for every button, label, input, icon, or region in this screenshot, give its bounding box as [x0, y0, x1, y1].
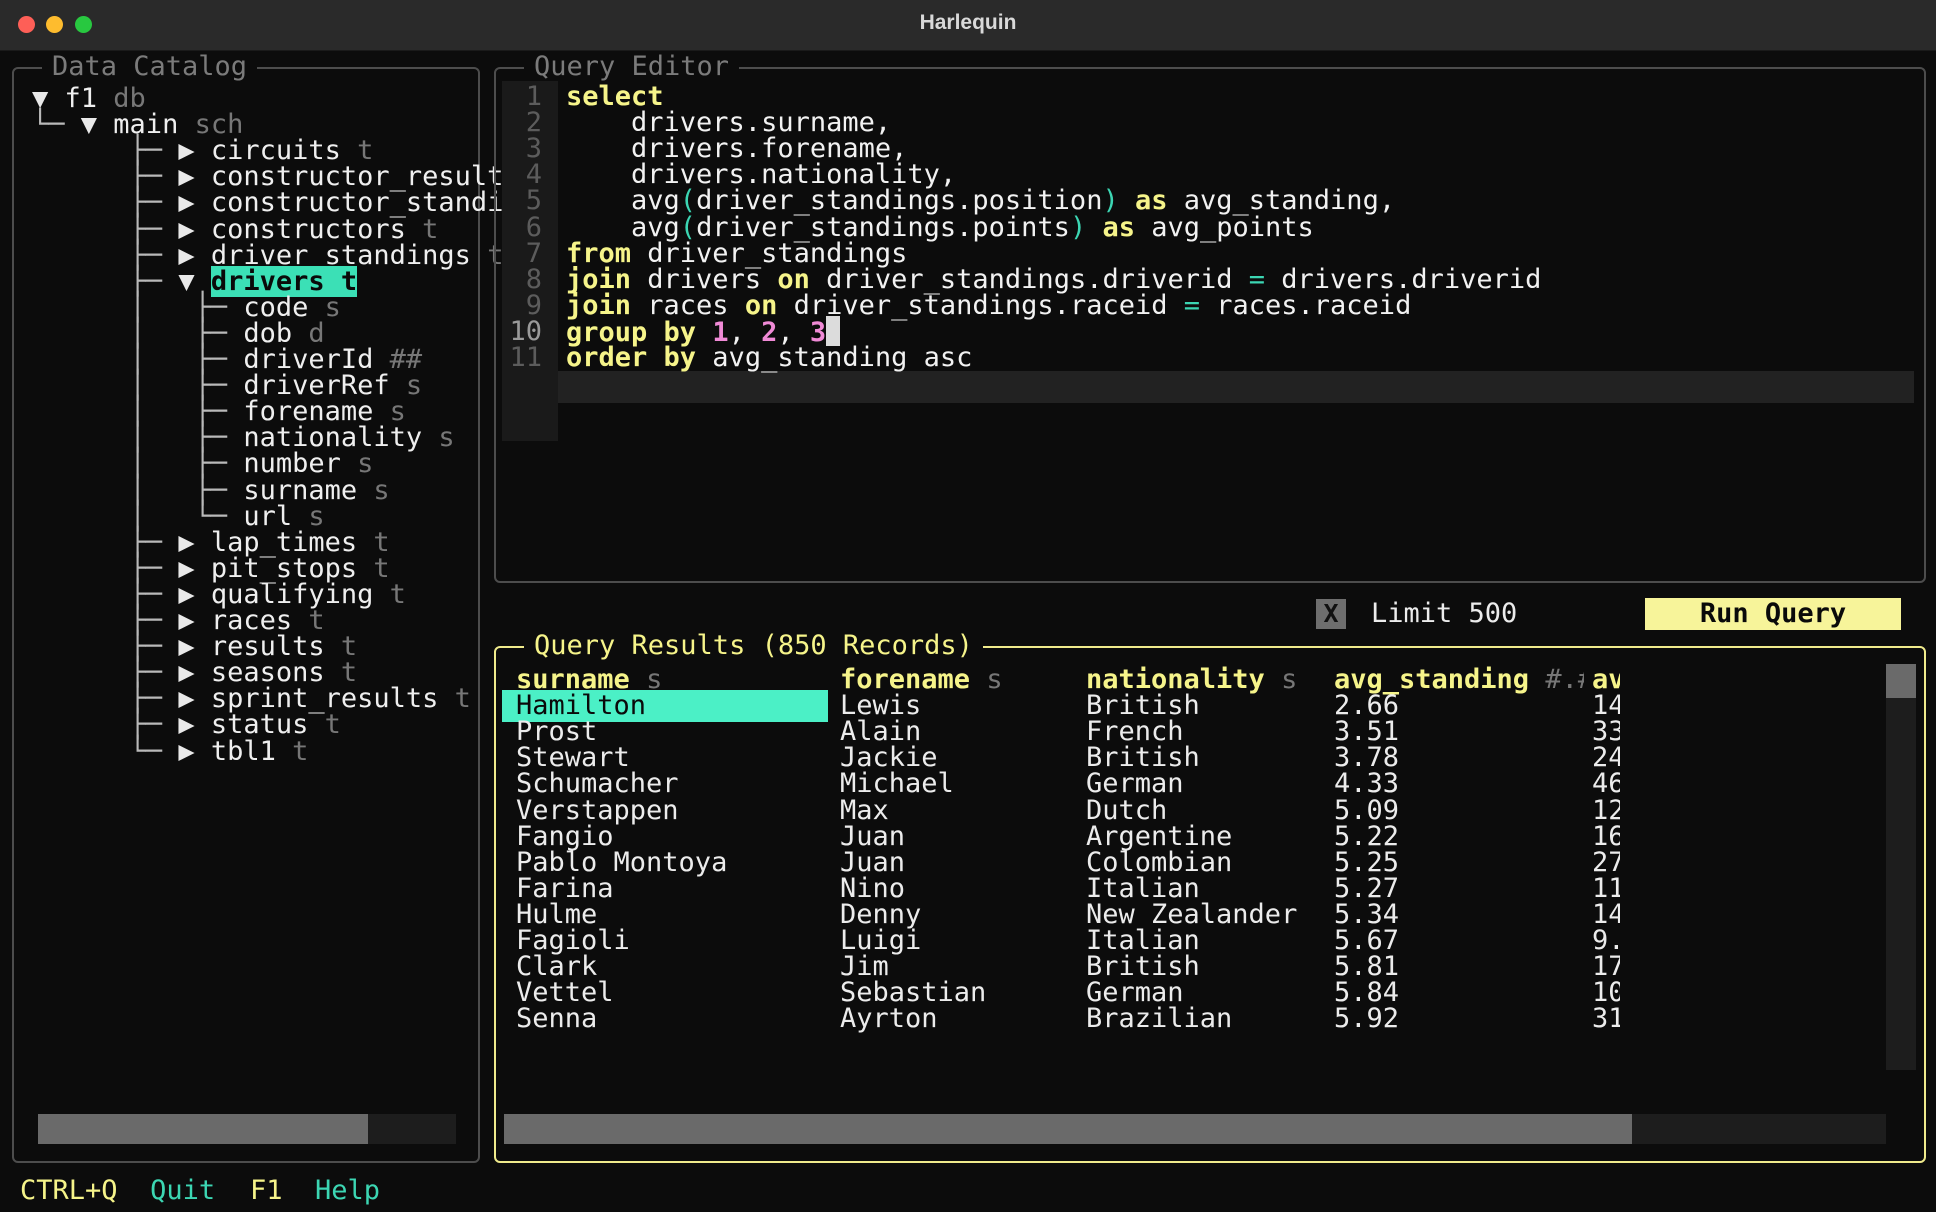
- query-editor-panel[interactable]: Query Editor 1 select 2 drivers.surname, 3 …: [494, 51, 1926, 583]
- limit-label[interactable]: Limit 500: [1371, 598, 1517, 630]
- table-cell[interactable]: Ayrton: [840, 1003, 1080, 1035]
- footer-shortcut[interactable]: F1 Help: [250, 1170, 380, 1212]
- results-vertical-scrollbar[interactable]: [1886, 664, 1916, 1070]
- sql-text: avg_standing asc: [696, 342, 973, 373]
- run-query-button[interactable]: Run Query: [1645, 598, 1901, 630]
- catalog-horizontal-scrollbar[interactable]: [38, 1114, 456, 1144]
- limit-checkbox[interactable]: X: [1316, 599, 1346, 629]
- line-number: 11: [509, 342, 542, 373]
- collapsed-arrow-icon: ▶: [178, 735, 211, 767]
- results-horizontal-scrollbar[interactable]: [504, 1114, 1886, 1144]
- footer-shortcut[interactable]: CTRL+Q Quit: [20, 1170, 215, 1212]
- sql-text: races.raceid: [1200, 289, 1412, 321]
- sql-keyword: as: [1102, 211, 1135, 243]
- sql-keyword: order by: [566, 342, 697, 373]
- current-line-highlight: [558, 371, 1914, 403]
- sql-text: avg_points: [1134, 211, 1314, 243]
- sql-punctuation: =: [1183, 289, 1200, 321]
- column-type: s: [405, 370, 423, 402]
- table-cell[interactable]: 31: [1592, 1003, 1620, 1035]
- results-vscroll-thumb[interactable]: [1886, 664, 1916, 698]
- code-line[interactable]: order by avg_standing asc: [566, 342, 972, 374]
- column-type: s: [324, 291, 341, 323]
- shortcut-label: Quit: [150, 1175, 216, 1206]
- query-results-panel[interactable]: Query Results (850 Records) surname s for…: [494, 630, 1926, 1163]
- data-catalog-panel[interactable]: Data Catalog ▼ f1 db └─ ▼ main sch ├─ ▶ c…: [12, 51, 503, 1163]
- table-type: t: [389, 578, 406, 610]
- table-cell[interactable]: Brazilian: [1086, 1003, 1326, 1035]
- table-type: t: [324, 709, 341, 741]
- data-catalog-title: Data Catalog: [42, 51, 258, 83]
- footer-bar: CTRL+Q Quit F1 Help: [0, 1170, 1936, 1212]
- window-titlebar: Harlequin: [0, 0, 1936, 51]
- shortcut-label: Help: [315, 1175, 381, 1206]
- tree-guide: └─: [32, 735, 179, 767]
- table-type: t: [340, 265, 358, 297]
- table-name: tbl1: [210, 735, 276, 767]
- table-label: tbl1 t: [211, 736, 309, 767]
- sql-punctuation: ): [1069, 211, 1087, 243]
- shortcut-key: CTRL+Q: [20, 1175, 118, 1206]
- results-hscroll-thumb[interactable]: [504, 1114, 1632, 1144]
- table-cell[interactable]: 5.92: [1334, 1003, 1584, 1035]
- column-type: s: [373, 474, 390, 506]
- query-results-title: Query Results (850 Records): [524, 630, 983, 662]
- column-type: s: [438, 422, 455, 454]
- catalog-scrollbar-thumb[interactable]: [38, 1114, 368, 1144]
- table-type: t: [292, 735, 309, 767]
- table-cell[interactable]: Senna: [516, 1003, 834, 1035]
- table-type: t: [454, 683, 471, 715]
- query-editor-title: Query Editor: [524, 51, 740, 83]
- tree-table-tbl1[interactable]: └─ ▶ tbl1 t: [32, 735, 309, 768]
- window-title: Harlequin: [919, 11, 1017, 34]
- shortcut-key: F1: [250, 1175, 283, 1206]
